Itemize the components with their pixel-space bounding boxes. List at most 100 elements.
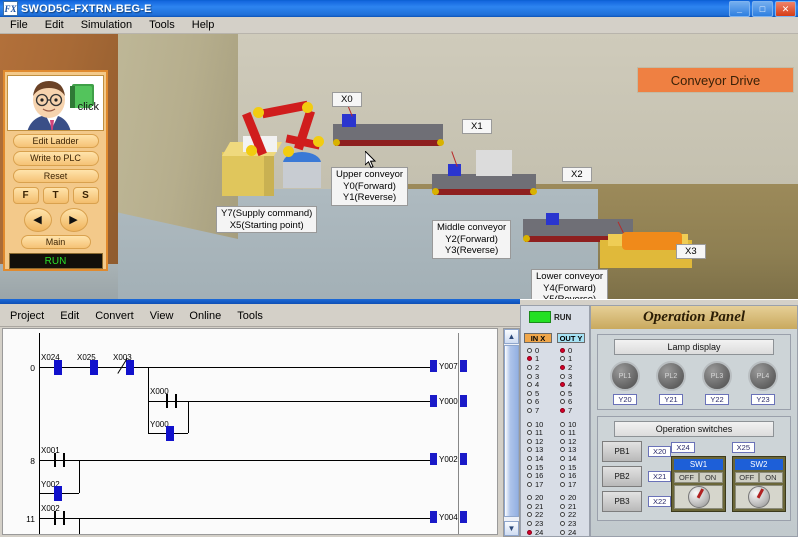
sw2-knob[interactable]: [734, 485, 783, 509]
lamp-pl2[interactable]: PL2 Y21: [656, 361, 686, 405]
sw1-on-label[interactable]: ON: [698, 472, 723, 483]
write-to-plc-button[interactable]: Write to PLC: [12, 151, 99, 166]
minimize-button[interactable]: _: [729, 1, 750, 17]
bit-row-3[interactable]: 3: [527, 372, 543, 381]
bit-row-2[interactable]: 2: [560, 363, 576, 372]
instructor-avatar[interactable]: click: [7, 75, 104, 132]
scroll-thumb[interactable]: [504, 345, 519, 517]
bit-row-6[interactable]: 6: [560, 397, 576, 406]
push-button-pb2[interactable]: PB2: [602, 466, 642, 487]
bit-row-21[interactable]: 21: [560, 502, 576, 511]
bit-row-10[interactable]: 10: [527, 420, 543, 429]
bit-row-16[interactable]: 16: [527, 471, 543, 480]
lamp-pl4[interactable]: PL4 Y23: [748, 361, 778, 405]
bit-row-0[interactable]: 0: [560, 346, 576, 355]
s-button[interactable]: S: [72, 186, 99, 204]
simulation-scene[interactable]: X0 X1 X2 X3 Y7(Supply command) X5(Starti…: [0, 34, 798, 299]
menu-item-tools[interactable]: Tools: [149, 19, 175, 31]
bit-row-20[interactable]: 20: [527, 493, 543, 502]
main-button[interactable]: Main: [20, 234, 91, 250]
close-button[interactable]: ✕: [775, 1, 796, 17]
bit-row-24[interactable]: 24: [527, 528, 543, 537]
bit-row-5[interactable]: 5: [527, 389, 543, 398]
ladder-menu-view[interactable]: View: [150, 310, 174, 322]
bit-row-0[interactable]: 0: [527, 346, 543, 355]
ladder-menu-project[interactable]: Project: [10, 310, 44, 322]
bit-row-12[interactable]: 12: [527, 437, 543, 446]
bit-row-13[interactable]: 13: [560, 445, 576, 454]
next-arrow-icon[interactable]: ▶: [59, 207, 88, 232]
push-button-pb1[interactable]: PB1: [602, 441, 642, 462]
ladder-menu-online[interactable]: Online: [189, 310, 221, 322]
bit-row-11[interactable]: 11: [527, 428, 543, 437]
bit-row-11[interactable]: 11: [560, 428, 576, 437]
bit-row-3[interactable]: 3: [560, 372, 576, 381]
ladder-diagram-canvas[interactable]: 0 X024 X025 X003 Y007 X000 Y000 Y000 8 X…: [2, 328, 498, 535]
scroll-down-icon[interactable]: ▼: [504, 521, 519, 536]
rung1-output-coil[interactable]: Y000: [430, 395, 467, 407]
bit-row-5[interactable]: 5: [560, 389, 576, 398]
maximize-button[interactable]: □: [752, 1, 773, 17]
bit-row-1[interactable]: 1: [560, 354, 576, 363]
bit-row-15[interactable]: 15: [527, 463, 543, 472]
ladder-menu-convert[interactable]: Convert: [95, 310, 134, 322]
input-bit-list[interactable]: 0 1 2 3 4 5 6 7 10 11 12 13 14 15 16 17 20 21 22 23 24: [527, 346, 543, 537]
selector-switch-sw2-body[interactable]: SW2 OFF ON: [731, 456, 786, 512]
bit-row-7[interactable]: 7: [560, 406, 576, 415]
lamp-pl1[interactable]: PL1 Y20: [610, 361, 640, 405]
bit-row-10[interactable]: 10: [560, 420, 576, 429]
rung8-branch-contact[interactable]: [54, 486, 62, 501]
bit-row-2[interactable]: 2: [527, 363, 543, 372]
rung0-contact-1[interactable]: [54, 360, 62, 375]
menu-item-edit[interactable]: Edit: [45, 19, 64, 31]
output-bit-list[interactable]: 0 1 2 3 4 5 6 7 10 11 12 13 14 15 16 17 20 21 22 23 24: [560, 346, 576, 537]
ladder-vertical-scrollbar[interactable]: ▲ ▼: [503, 328, 520, 537]
upper-conveyor[interactable]: [333, 102, 444, 152]
bit-row-4[interactable]: 4: [527, 380, 543, 389]
previous-arrow-icon[interactable]: ◀: [23, 207, 52, 232]
middle-conveyor[interactable]: [432, 150, 537, 202]
push-button-pb3[interactable]: PB3: [602, 491, 642, 512]
bit-row-16[interactable]: 16: [560, 471, 576, 480]
bit-row-15[interactable]: 15: [560, 463, 576, 472]
bit-row-20[interactable]: 20: [560, 493, 576, 502]
bit-row-4[interactable]: 4: [560, 380, 576, 389]
bit-row-21[interactable]: 21: [527, 502, 543, 511]
rung0-contact-3[interactable]: [126, 360, 134, 375]
bit-row-14[interactable]: 14: [560, 454, 576, 463]
rung0-output-coil[interactable]: Y007: [430, 360, 467, 372]
rung11-output-coil[interactable]: Y004: [430, 511, 467, 523]
rung0-branch-y000-contact[interactable]: [166, 426, 174, 441]
bit-row-22[interactable]: 22: [527, 510, 543, 519]
sw1-off-label[interactable]: OFF: [674, 472, 699, 483]
ladder-menu-tools[interactable]: Tools: [237, 310, 263, 322]
menu-item-simulation[interactable]: Simulation: [81, 19, 132, 31]
rung8-output-coil[interactable]: Y002: [430, 453, 467, 465]
edit-ladder-button[interactable]: Edit Ladder: [12, 134, 99, 149]
scroll-up-icon[interactable]: ▲: [504, 329, 519, 344]
bit-row-23[interactable]: 23: [560, 519, 576, 528]
bit-row-17[interactable]: 17: [527, 480, 543, 489]
sw2-off-label[interactable]: OFF: [734, 472, 759, 483]
sw2-on-label[interactable]: ON: [758, 472, 783, 483]
lamp-pl3[interactable]: PL3 Y22: [702, 361, 732, 405]
reset-button[interactable]: Reset: [12, 168, 99, 183]
bit-row-1[interactable]: 1: [527, 354, 543, 363]
t-button[interactable]: T: [42, 186, 69, 204]
menu-item-file[interactable]: File: [10, 19, 28, 31]
bit-row-22[interactable]: 22: [560, 510, 576, 519]
bit-row-13[interactable]: 13: [527, 445, 543, 454]
bit-row-17[interactable]: 17: [560, 480, 576, 489]
menu-item-help[interactable]: Help: [192, 19, 215, 31]
sw1-knob[interactable]: [674, 485, 723, 509]
bit-row-14[interactable]: 14: [527, 454, 543, 463]
f-button[interactable]: F: [12, 186, 39, 204]
bit-row-23[interactable]: 23: [527, 519, 543, 528]
bit-row-6[interactable]: 6: [527, 397, 543, 406]
bit-row-7[interactable]: 7: [527, 406, 543, 415]
selector-switch-sw1-body[interactable]: SW1 OFF ON: [671, 456, 726, 512]
ladder-menu-edit[interactable]: Edit: [60, 310, 79, 322]
bit-row-12[interactable]: 12: [560, 437, 576, 446]
bit-row-24[interactable]: 24: [560, 528, 576, 537]
rung0-contact-2[interactable]: [90, 360, 98, 375]
